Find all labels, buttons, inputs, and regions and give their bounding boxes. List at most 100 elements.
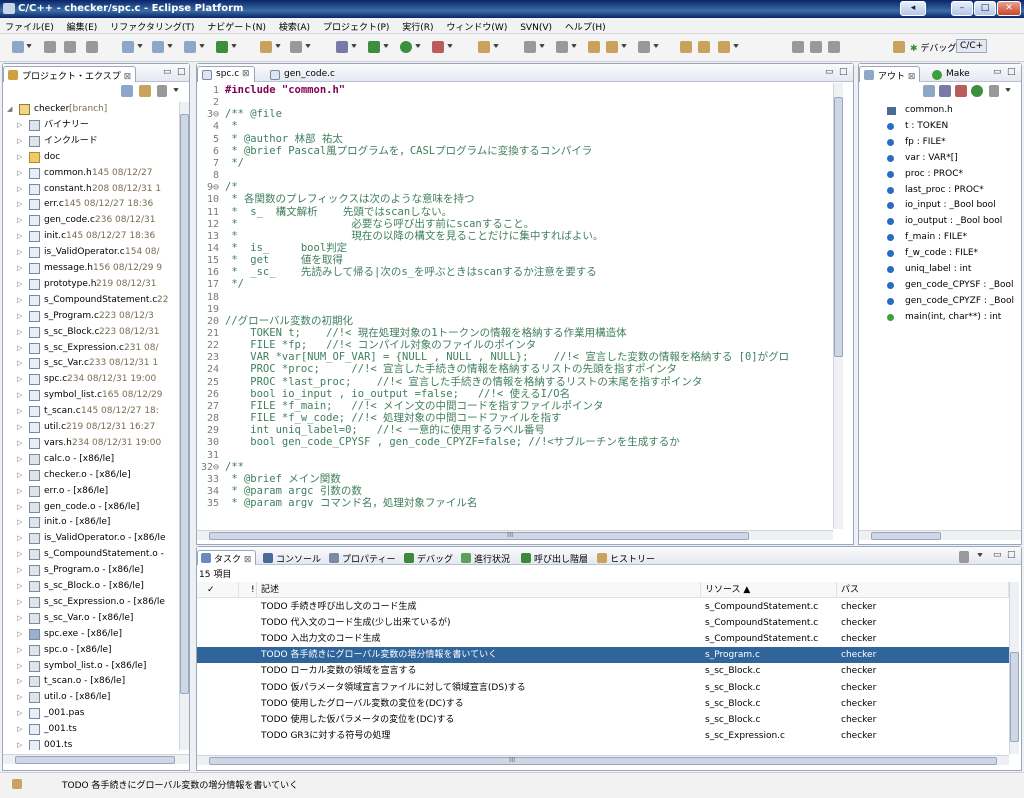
code-line[interactable]: 21 TOKEN t; //!< 現在処理対象の1トークンの情報を格納する作業用… xyxy=(199,327,831,339)
maximize-view-icon[interactable]: □ xyxy=(177,67,186,77)
chevron-right-icon[interactable]: ▷ xyxy=(17,277,25,292)
outline-horizontal-scrollbar[interactable] xyxy=(859,530,1021,540)
code-line[interactable]: 29 int uniq_label=0; //!< 一意的に使用するラベル番号 xyxy=(199,424,831,436)
tasks-vertical-scrollbar[interactable] xyxy=(1009,582,1019,754)
code-line[interactable]: 7 */ xyxy=(199,157,831,169)
code-line[interactable]: 19 xyxy=(199,304,831,315)
chevron-down-icon[interactable] xyxy=(137,44,143,50)
tree-item[interactable]: ▷ err.o - [x86/le] xyxy=(3,484,179,499)
outline-item[interactable]: common.h xyxy=(859,102,1021,118)
tree-item[interactable]: ▷ util.o - [x86/le] xyxy=(3,690,179,705)
code-line[interactable]: 8 xyxy=(199,170,831,181)
header-priority[interactable]: ! xyxy=(239,582,257,598)
chevron-down-icon[interactable] xyxy=(977,553,983,559)
sort-icon[interactable] xyxy=(923,85,935,97)
scrollbar-thumb[interactable] xyxy=(15,756,175,764)
tab-debug[interactable]: デバッグ xyxy=(400,550,458,565)
code-line[interactable]: 4 * xyxy=(199,121,831,133)
close-button[interactable]: ✕ xyxy=(997,1,1021,16)
chevron-down-icon[interactable] xyxy=(305,44,311,50)
menu-edit[interactable]: 編集(E) xyxy=(62,18,103,33)
code-line[interactable]: 11 * s_ 構文解析 先頭ではscanしない。 xyxy=(199,206,831,218)
task-row[interactable]: TODO 手続き呼び出し文のコード生成 s_CompoundStatement.c… xyxy=(197,599,1009,615)
clean-icon[interactable] xyxy=(290,41,302,53)
outline-item[interactable]: t : TOKEN xyxy=(859,118,1021,134)
code-editor[interactable]: 1 #include "common.h" 2 3⊖/** @file 4 * 5 * @… xyxy=(199,85,831,525)
code-line[interactable]: 3⊖ /** @file xyxy=(199,108,831,120)
hide-static-icon[interactable] xyxy=(955,85,967,97)
tree-item[interactable]: ▷ is_ValidOperator.c 154 08/ xyxy=(3,245,179,260)
outline-item[interactable]: last_proc : PROC* xyxy=(859,182,1021,198)
toggle-mark-icon[interactable] xyxy=(792,41,804,53)
tree-item[interactable]: ▷ s_sc_Block.o - [x86/le] xyxy=(3,579,179,594)
outline-item[interactable]: io_input : _Bool bool xyxy=(859,197,1021,213)
task-row[interactable]: TODO 使用したグローバル変数の変位を(DC)する s_sc_Block.c ch… xyxy=(197,696,1009,712)
outline-item[interactable]: gen_code_CPYZF : _Bool xyxy=(859,293,1021,309)
code-line[interactable]: 16 * _sc_ 先読みして帰る|次のs_を呼ぶときはscanするか注意を要す… xyxy=(199,266,831,278)
chevron-right-icon[interactable]: ▷ xyxy=(17,293,25,308)
minimize-editor-icon[interactable]: ▭ xyxy=(825,67,834,77)
outline-item[interactable]: uniq_label : int xyxy=(859,261,1021,277)
explorer-horizontal-scrollbar[interactable] xyxy=(3,754,189,764)
task-row[interactable]: TODO 仮パラメータ領域宣言ファイルに対して領域宣言(DS)する s_sc_Bl… xyxy=(197,680,1009,696)
tree-item[interactable]: ▷ s_Program.c 223 08/12/3 xyxy=(3,309,179,324)
chevron-right-icon[interactable]: ▷ xyxy=(17,659,25,674)
hide-nonpublic-icon[interactable] xyxy=(971,85,983,97)
chevron-right-icon[interactable]: ▷ xyxy=(17,118,25,133)
scrollbar-thumb[interactable] xyxy=(1010,652,1019,742)
tree-item[interactable]: ▷ vars.h 234 08/12/31 19:00 xyxy=(3,436,179,451)
chevron-right-icon[interactable]: ▷ xyxy=(17,420,25,435)
toggle-block-icon[interactable] xyxy=(810,41,822,53)
tree-item[interactable]: ▷ _001.ts xyxy=(3,722,179,737)
tab-tasks[interactable]: タスク ⊠ xyxy=(197,550,257,565)
chevron-right-icon[interactable]: ▷ xyxy=(17,213,25,228)
tree-item[interactable]: ▷ symbol_list.o - [x86/le] xyxy=(3,659,179,674)
link-with-editor-icon[interactable] xyxy=(139,85,151,97)
maximize-button[interactable]: □ xyxy=(974,1,996,16)
perspective-debug-button[interactable]: ✱ デバッグ xyxy=(910,41,956,54)
scrollbar-thumb[interactable] xyxy=(871,532,941,540)
view-menu-icon[interactable] xyxy=(157,85,167,97)
header-resource[interactable]: リソース ▲ xyxy=(701,582,837,598)
chevron-right-icon[interactable]: ▷ xyxy=(17,722,25,737)
new-class-icon[interactable] xyxy=(216,41,228,53)
chevron-down-icon[interactable] xyxy=(571,44,577,50)
chevron-right-icon[interactable]: ▷ xyxy=(17,245,25,260)
new-cpp-project-icon[interactable] xyxy=(122,41,134,53)
chevron-right-icon[interactable]: ▷ xyxy=(17,452,25,467)
next-annotation-icon[interactable] xyxy=(524,41,536,53)
forward-icon[interactable] xyxy=(638,41,650,53)
header-completed[interactable]: ✓ xyxy=(197,582,239,598)
code-line[interactable]: 20 //グローバル変数の初期化 xyxy=(199,315,831,327)
chevron-down-icon[interactable]: ◢ xyxy=(7,102,15,117)
chevron-down-icon[interactable] xyxy=(621,44,627,50)
chevron-right-icon[interactable]: ▷ xyxy=(17,325,25,340)
tree-item[interactable]: ▷ s_sc_Var.c 233 08/12/31 1 xyxy=(3,356,179,371)
scrollbar-thumb[interactable] xyxy=(209,532,749,540)
editor-vertical-scrollbar[interactable] xyxy=(833,83,843,529)
tree-item[interactable]: ▷ s_sc_Var.o - [x86/le] xyxy=(3,611,179,626)
tree-item[interactable]: ◢ checker [branch] xyxy=(3,102,179,117)
tab-spc-c[interactable]: spc.c ⊠ xyxy=(197,66,255,82)
chevron-right-icon[interactable]: ▷ xyxy=(17,706,25,721)
chevron-down-icon[interactable] xyxy=(653,44,659,50)
view-menu-icon[interactable] xyxy=(989,85,999,97)
open-perspective-icon[interactable] xyxy=(893,41,905,53)
chevron-down-icon[interactable] xyxy=(199,44,205,50)
tree-item[interactable]: ▷ constant.h 208 08/12/31 1 xyxy=(3,182,179,197)
outline-item[interactable]: main(int, char**) : int xyxy=(859,309,1021,325)
previous-annotation-icon[interactable] xyxy=(556,41,568,53)
chevron-right-icon[interactable]: ▷ xyxy=(17,547,25,562)
menu-window[interactable]: ウィンドウ(W) xyxy=(441,18,512,33)
chevron-right-icon[interactable]: ▷ xyxy=(17,372,25,387)
minimize-button[interactable]: – xyxy=(951,1,973,16)
scrollbar-thumb[interactable] xyxy=(834,97,843,357)
chevron-down-icon[interactable] xyxy=(167,44,173,50)
save-icon[interactable] xyxy=(44,41,56,53)
chevron-right-icon[interactable]: ▷ xyxy=(17,436,25,451)
chevron-right-icon[interactable]: ▷ xyxy=(17,643,25,658)
code-line[interactable]: 5 * @author 林部 祐太 xyxy=(199,133,831,145)
menu-project[interactable]: プロジェクト(P) xyxy=(318,18,394,33)
chevron-right-icon[interactable]: ▷ xyxy=(17,690,25,705)
last-edit-location-icon[interactable] xyxy=(588,41,600,53)
